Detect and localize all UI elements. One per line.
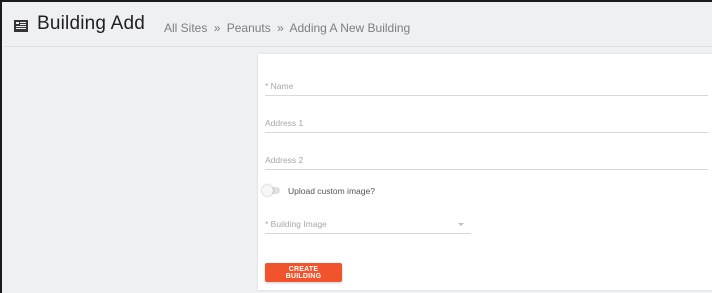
address-2-field-label: Address 2 xyxy=(265,155,304,165)
page-title: Building Add xyxy=(37,13,146,34)
name-field[interactable]: * Name xyxy=(265,81,708,96)
address-1-field-label: Address 1 xyxy=(265,118,304,128)
name-field-label: * Name xyxy=(265,81,294,91)
breadcrumb-peanuts[interactable]: Peanuts xyxy=(227,21,271,35)
breadcrumb-current: Adding A New Building xyxy=(289,21,411,35)
building-form-card: * Name Address 1 Address 2 Upload custom… xyxy=(258,54,712,290)
dropdown-caret-icon xyxy=(458,223,464,226)
app-frame: Building Add All Sites » Peanuts » Addin… xyxy=(0,0,712,293)
upload-custom-image-toggle[interactable] xyxy=(262,185,280,196)
building-image-select-label: * Building Image xyxy=(265,219,327,229)
toggle-knob xyxy=(262,185,273,196)
breadcrumb: All Sites » Peanuts » Adding A New Build… xyxy=(164,21,410,35)
breadcrumb-separator: » xyxy=(213,21,221,35)
address-1-field[interactable]: Address 1 xyxy=(265,118,708,133)
create-building-button[interactable]: CREATE BUILDING xyxy=(265,263,342,282)
building-image-select[interactable]: * Building Image xyxy=(265,219,471,234)
breadcrumb-all-sites[interactable]: All Sites xyxy=(164,21,207,35)
page-header: Building Add All Sites » Peanuts » Addin… xyxy=(4,4,712,47)
breadcrumb-separator: » xyxy=(277,21,284,35)
address-2-field[interactable]: Address 2 xyxy=(265,155,708,170)
building-icon xyxy=(14,20,28,32)
upload-custom-image-label: Upload custom image? xyxy=(288,186,375,196)
